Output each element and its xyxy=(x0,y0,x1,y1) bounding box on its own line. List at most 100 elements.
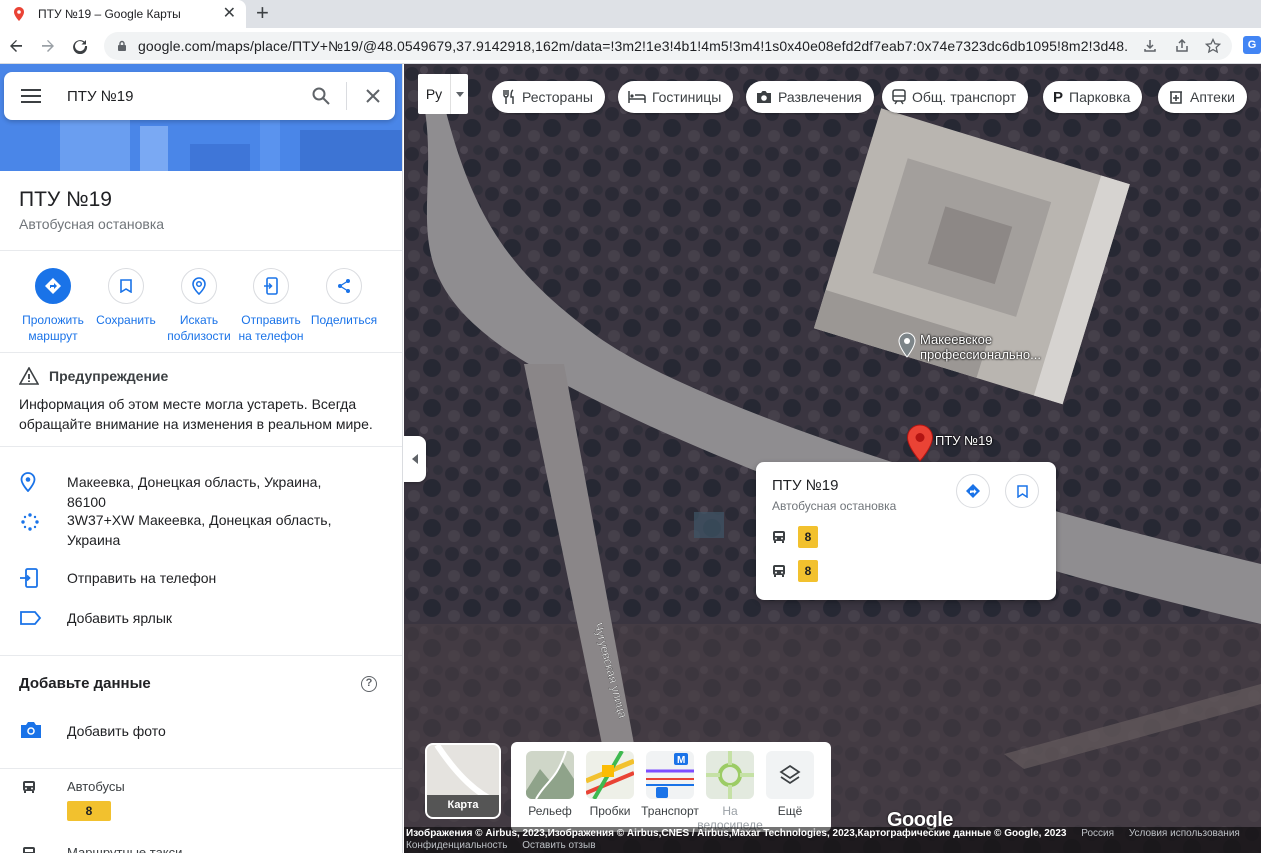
search-icon[interactable] xyxy=(300,72,342,120)
warning-text: Информация об этом месте могла устареть.… xyxy=(19,396,373,432)
layer-transit-label: Транспорт xyxy=(641,804,699,818)
warning-icon xyxy=(19,367,39,385)
layer-more[interactable]: Ещё xyxy=(765,751,815,818)
add-photo-row[interactable]: Добавить фото xyxy=(0,721,402,742)
share-icon[interactable] xyxy=(1172,36,1192,56)
terms-link[interactable]: Условия использования xyxy=(1129,828,1240,839)
warning-heading: Предупреждение xyxy=(19,367,168,385)
send-to-phone-button[interactable]: Отправить на телефон xyxy=(233,268,309,344)
add-label-text: Добавить ярлык xyxy=(67,610,173,626)
chip-transit-label: Общ. транспорт xyxy=(912,89,1017,105)
clear-search-icon[interactable] xyxy=(351,72,395,120)
chip-parking-label: Парковка xyxy=(1069,89,1131,105)
address-bar[interactable]: google.com/maps/place/ПТУ+№19/@48.054967… xyxy=(104,32,1232,60)
layer-bicycling[interactable]: На велосипеде xyxy=(697,751,763,832)
new-tab-button[interactable]: + xyxy=(256,1,269,25)
card-route-row[interactable]: 8 xyxy=(772,526,818,548)
save-label: Сохранить xyxy=(96,313,156,327)
place-info-card[interactable]: ПТУ №19 Автобусная остановка 8 8 xyxy=(756,462,1056,600)
layer-traffic-label: Пробки xyxy=(589,804,631,818)
card-title: ПТУ №19 xyxy=(772,477,839,494)
camera-icon xyxy=(757,91,771,103)
card-save-button[interactable] xyxy=(1005,474,1039,508)
send-to-phone-icon xyxy=(20,568,38,588)
card-subtitle: Автобусная остановка xyxy=(772,499,897,513)
plus-code-row[interactable]: 3W37+XW Макеевка, Донецкая область, Укра… xyxy=(0,510,402,550)
attribution-bar: Изображения © Airbus, 2023,Изображения ©… xyxy=(404,827,1261,853)
share-label: Поделиться xyxy=(310,313,378,327)
card-route-row[interactable]: 8 xyxy=(772,560,818,582)
divider xyxy=(0,352,402,353)
layer-terrain[interactable]: Рельеф xyxy=(525,751,575,818)
share-button[interactable]: Поделиться xyxy=(306,268,382,328)
camera-icon xyxy=(21,722,41,738)
attribution-text: Изображения © Airbus, 2023,Изображения ©… xyxy=(406,828,1067,839)
bus-icon xyxy=(773,531,785,543)
send-to-phone-text: Отправить на телефон xyxy=(67,570,217,586)
hotel-icon xyxy=(628,91,646,103)
region-link[interactable]: Россия xyxy=(1081,828,1114,839)
search-box: ПТУ №19 xyxy=(4,72,395,120)
transit-icon xyxy=(892,89,906,105)
plus-code-icon xyxy=(21,513,39,531)
install-icon[interactable] xyxy=(1140,36,1160,56)
selected-place-pin-icon[interactable] xyxy=(906,424,934,462)
label-icon xyxy=(20,611,42,625)
parking-icon: P xyxy=(1053,88,1064,106)
chip-pharmacy-label: Аптеки xyxy=(1190,89,1235,105)
tab-title: ПТУ №19 – Google Карты xyxy=(38,7,181,21)
chip-parking[interactable]: P Парковка xyxy=(1043,81,1143,113)
back-icon[interactable] xyxy=(4,34,28,58)
bookmark-icon xyxy=(108,268,144,304)
help-icon[interactable]: ? xyxy=(361,676,377,692)
privacy-link[interactable]: Конфиденциальность xyxy=(406,840,507,851)
svg-text:M: M xyxy=(677,755,685,766)
chip-restaurants[interactable]: Рестораны xyxy=(492,81,605,113)
directions-label: Проложить маршрут xyxy=(22,313,84,343)
menu-icon[interactable] xyxy=(4,72,58,120)
language-dropdown-icon[interactable] xyxy=(450,74,468,114)
address-row[interactable]: Макеевка, Донецкая область, Украина, 861… xyxy=(0,472,402,512)
card-directions-button[interactable] xyxy=(956,474,990,508)
layer-transit[interactable]: M Транспорт xyxy=(641,751,699,818)
search-input[interactable]: ПТУ №19 xyxy=(58,88,300,105)
google-maps-favicon-icon xyxy=(14,7,24,21)
chip-pharmacy[interactable]: Аптеки xyxy=(1158,81,1247,113)
reload-icon[interactable] xyxy=(68,34,92,58)
language-label: Ру xyxy=(425,86,443,102)
add-label-row[interactable]: Добавить ярлык xyxy=(0,608,402,629)
layer-traffic[interactable]: Пробки xyxy=(585,751,635,818)
chip-hotels[interactable]: Гостиницы xyxy=(618,81,734,113)
collapse-panel-button[interactable] xyxy=(404,436,426,482)
address-text: Макеевка, Донецкая область, Украина, 861… xyxy=(67,474,322,510)
bus-route-badge[interactable]: 8 xyxy=(67,801,111,821)
nearby-label: Искать поблизости xyxy=(167,313,231,343)
feedback-link[interactable]: Оставить отзыв xyxy=(522,840,595,851)
directions-icon xyxy=(966,484,980,498)
translate-extension-icon[interactable]: G xyxy=(1243,36,1261,54)
satellite-imagery: Чугуевская улица xyxy=(404,64,1261,853)
nearby-button[interactable]: Искать поблизости xyxy=(161,268,237,344)
poi-marker[interactable]: Макеевское профессионально... xyxy=(898,332,1052,362)
bus-icon xyxy=(23,781,35,793)
directions-button[interactable]: Проложить маршрут xyxy=(15,268,91,344)
satellite-map[interactable]: Чугуевская улица Ру Рестораны Гостиницы … xyxy=(404,64,1261,853)
url-text: google.com/maps/place/ПТУ+№19/@48.054967… xyxy=(138,38,1128,54)
language-toggle[interactable]: Ру xyxy=(418,74,468,114)
minibus-icon xyxy=(23,847,35,853)
plus-code-text: 3W37+XW Макеевка, Донецкая область, Укра… xyxy=(67,512,332,548)
poi-label: Макеевское профессионально... xyxy=(920,332,1041,362)
save-button[interactable]: Сохранить xyxy=(88,268,164,328)
forward-icon[interactable] xyxy=(36,34,60,58)
send-to-phone-row[interactable]: Отправить на телефон xyxy=(0,568,402,591)
browser-tab[interactable]: ПТУ №19 – Google Карты ✕ xyxy=(0,0,246,28)
map-type-toggle[interactable]: Карта xyxy=(425,743,501,819)
divider xyxy=(0,655,402,656)
divider xyxy=(0,446,402,447)
chip-entertainment[interactable]: Развлечения xyxy=(746,81,874,113)
chip-transit[interactable]: Общ. транспорт xyxy=(882,81,1029,113)
chip-hotels-label: Гостиницы xyxy=(652,89,722,105)
bookmark-star-icon[interactable] xyxy=(1203,36,1223,56)
tab-close-icon[interactable]: ✕ xyxy=(223,6,236,22)
traffic-icon xyxy=(586,751,634,799)
